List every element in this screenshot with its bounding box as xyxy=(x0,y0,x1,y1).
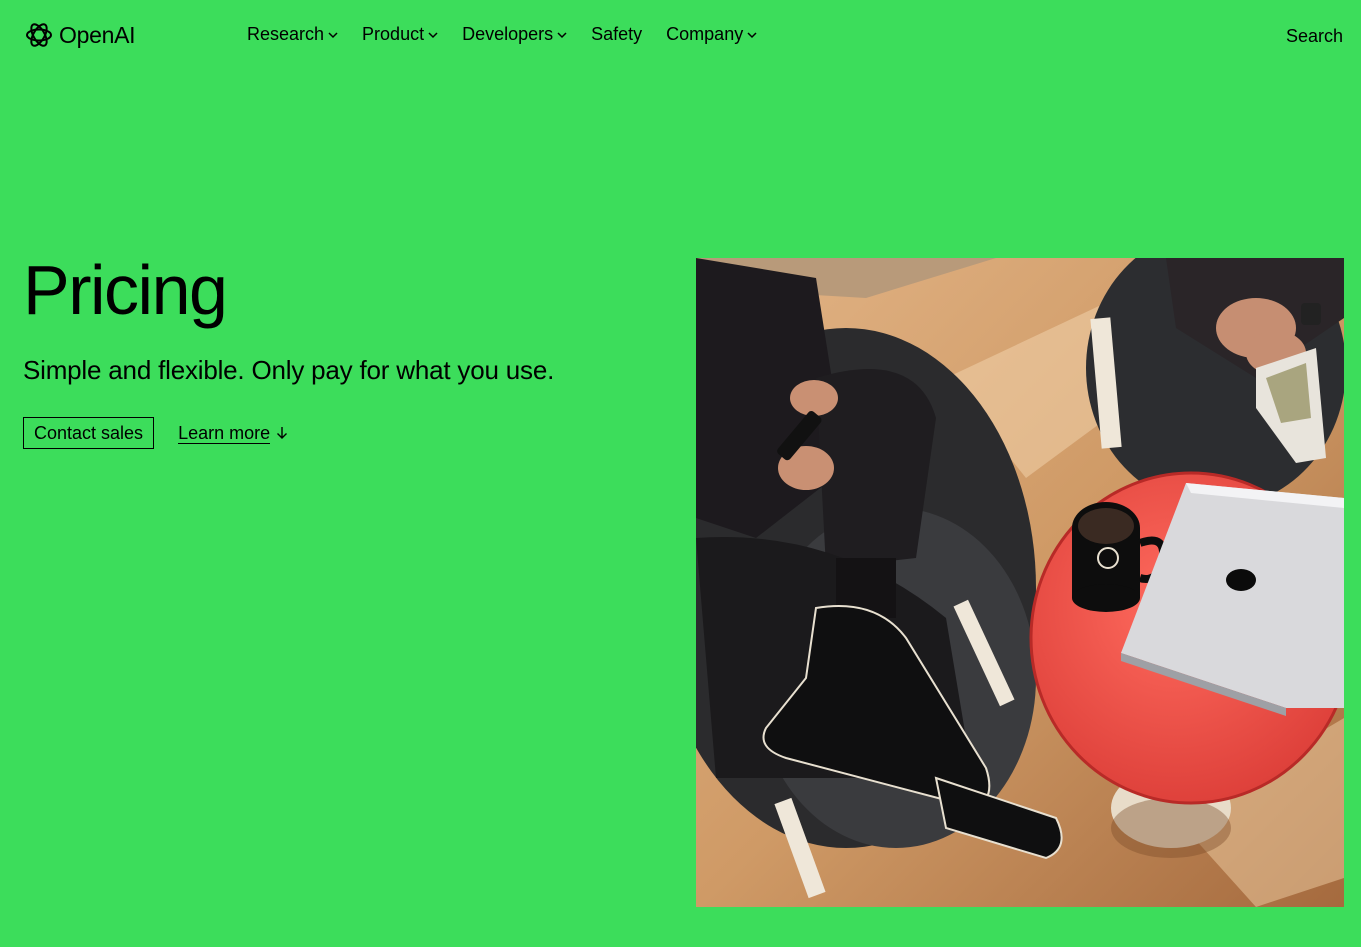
hero-photo-illustration xyxy=(696,258,1344,907)
nav-item-label: Research xyxy=(247,24,325,44)
chevron-down-icon xyxy=(328,32,338,39)
main-menu: Research Product Developers Safety Compa… xyxy=(247,24,781,45)
nav-item-label: Product xyxy=(362,24,425,44)
nav-item-developers[interactable]: Developers xyxy=(462,24,567,45)
cta-row: Contact sales Learn more xyxy=(23,417,288,449)
learn-more-label: Learn more xyxy=(178,422,271,444)
openai-logo-icon xyxy=(26,23,52,47)
nav-item-label: Safety xyxy=(591,24,643,44)
page-subtitle: Simple and flexible. Only pay for what y… xyxy=(23,355,555,385)
chevron-down-icon xyxy=(747,32,757,39)
learn-more-link[interactable]: Learn more xyxy=(178,423,288,444)
search-button[interactable]: Search xyxy=(1286,26,1343,47)
nav-item-label: Developers xyxy=(462,24,554,44)
hero-photo xyxy=(696,258,1344,907)
brand-logo[interactable]: OpenAI xyxy=(23,19,136,51)
contact-sales-button[interactable]: Contact sales xyxy=(23,417,155,449)
chevron-down-icon xyxy=(557,32,567,39)
nav-item-research[interactable]: Research xyxy=(247,24,338,45)
nav-item-product[interactable]: Product xyxy=(362,24,438,45)
chevron-down-icon xyxy=(428,32,438,39)
arrow-down-icon xyxy=(277,427,288,439)
page-title: Pricing xyxy=(23,251,228,329)
brand-name: OpenAI xyxy=(59,21,136,48)
nav-item-label: Company xyxy=(666,24,744,44)
nav-item-safety[interactable]: Safety xyxy=(591,24,642,45)
nav-item-company[interactable]: Company xyxy=(666,24,757,45)
top-navigation: OpenAI Research Product Developers Safet… xyxy=(0,0,1361,74)
